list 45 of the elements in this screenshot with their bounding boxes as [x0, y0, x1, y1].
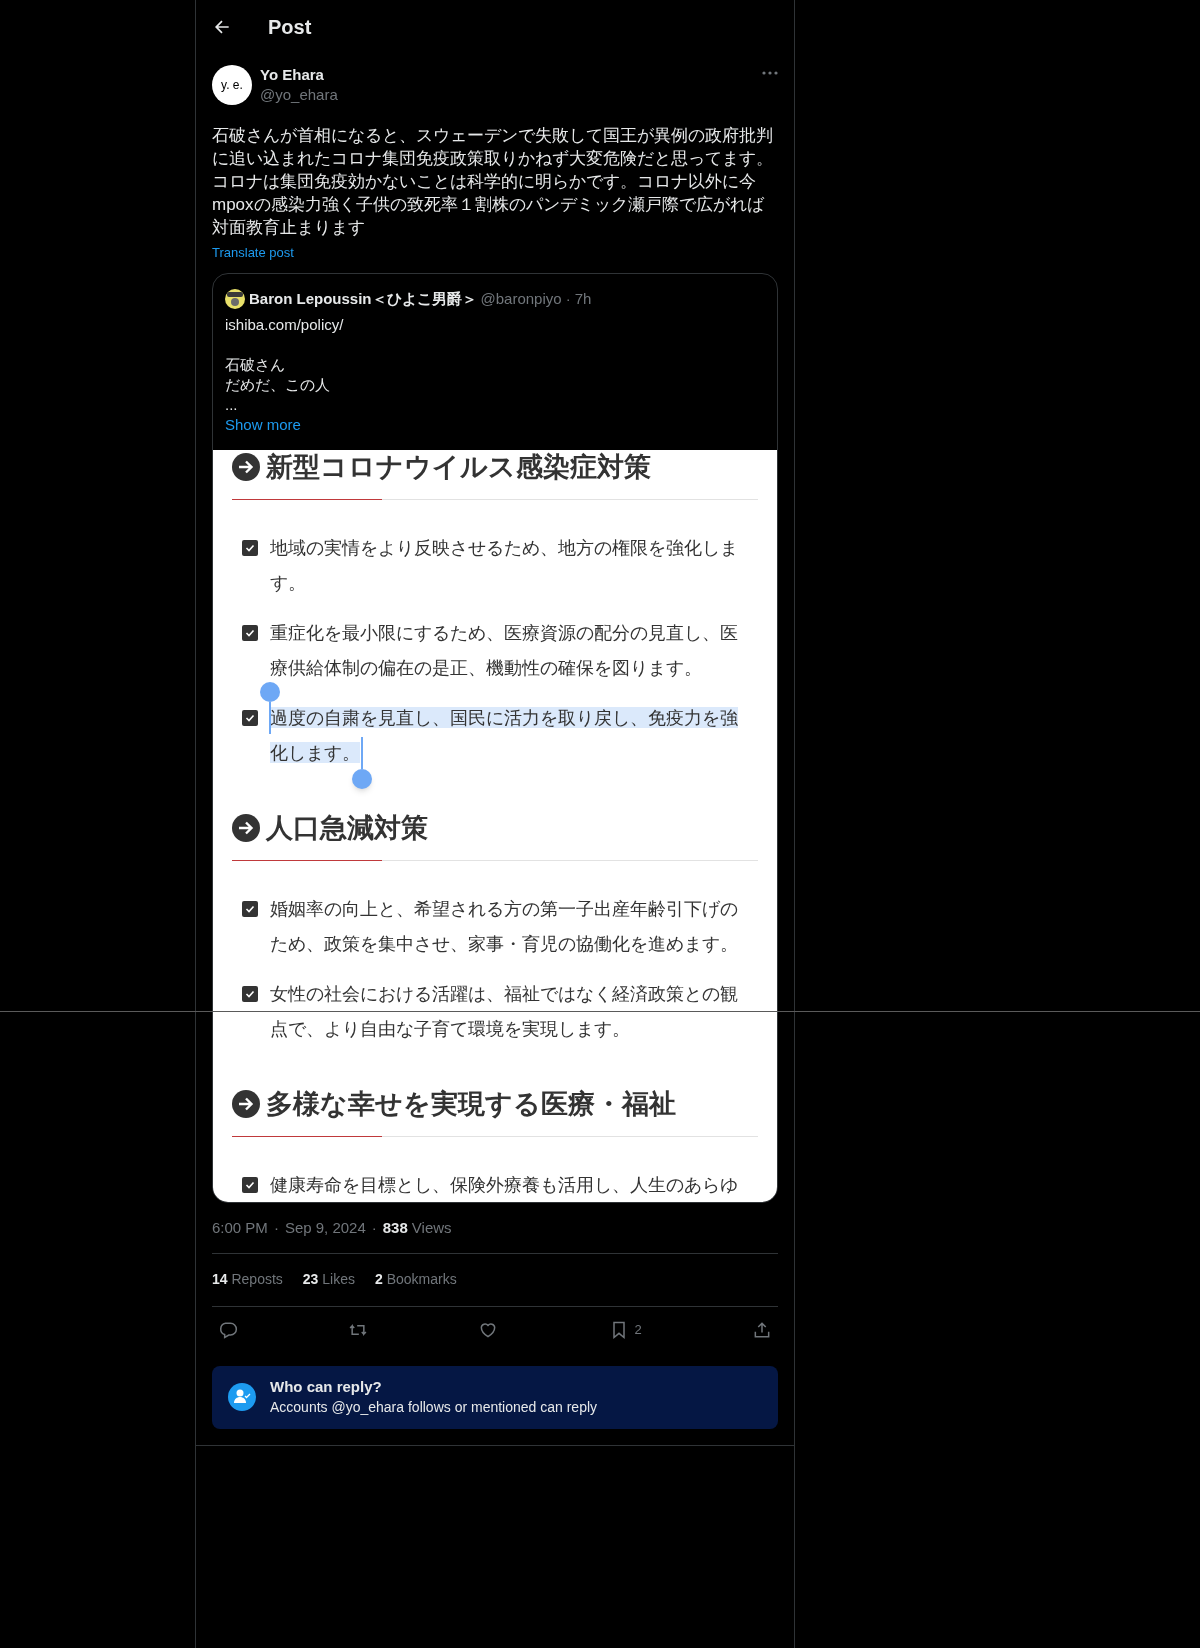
quoted-author-handle: @baronpiyo [480, 288, 562, 309]
quoted-text-line: ishiba.com/policy/ [225, 314, 344, 335]
post-time[interactable]: 6:00 PM [212, 1217, 268, 1238]
translate-link[interactable]: Translate post [212, 243, 294, 263]
more-icon[interactable] [762, 71, 778, 75]
separator: · [371, 1217, 377, 1238]
quoted-text-line: 石破さん [225, 354, 285, 375]
quoted-text-line: だめだ、この人 [225, 374, 330, 395]
bookmark-button[interactable]: 2 [608, 1319, 642, 1341]
section-heading: 多様な幸せを実現する医療・福祉 [266, 1086, 676, 1121]
engagement-stat[interactable]: 23 Likes [302, 1269, 355, 1290]
author-handle[interactable]: @yo_ehara [260, 85, 338, 105]
show-more-link[interactable]: Show more [225, 414, 301, 435]
share-icon [752, 1320, 772, 1340]
selection-handle[interactable] [352, 736, 372, 789]
arrow-circle-icon [232, 452, 260, 481]
separator: · [273, 1217, 279, 1238]
section-heading: 人口急減対策 [266, 810, 428, 845]
engagement-stat[interactable]: 2 Bookmarks [375, 1269, 457, 1290]
policy-item-text: 女性の社会における活躍は、福祉ではなく経済政策との観点で、より自由な子育て環境を実現します。 [270, 981, 739, 1041]
policy-item-text: 健康寿命を目標とし、保険外療養も活用し、人生のあらゆ [270, 1172, 739, 1197]
author-name[interactable]: Yo Ehara [260, 65, 338, 85]
quoted-post[interactable] [212, 272, 778, 1203]
policy-item-text: 地域の実情をより反映させるため、地方の権限を強化します。 [270, 535, 739, 595]
avatar[interactable]: y. e. [212, 65, 252, 105]
engagement-stat[interactable]: 14 Reposts [212, 1269, 283, 1290]
reply-notice-title: Who can reply? [270, 1377, 383, 1397]
post-text: 石破さんが首相になると、スウェーデンで失敗して国王が異例の政府批判に追い込まれたコロナ集団免疫政策取りかねず大変危険だと思ってます。コロナは集団免疫効かないことは科学的に明らかです。コロナ以外に今mpoxの感染力強く子供の致死率１割株のパンデミック瀬戸際で広がれば対面教育止まります [212, 125, 774, 239]
reply-icon [218, 1320, 238, 1340]
policy-item-text: 重症化を最小限にするため、医療資源の配分の見直し、医療供給体制の偏在の是正、機動性の確保を図ります。 [270, 620, 739, 680]
separator: · [565, 288, 571, 309]
views-label: Views [411, 1217, 452, 1238]
avatar-icon[interactable] [225, 288, 245, 309]
quoted-text-line: ... [225, 394, 238, 415]
view-count: 838 [382, 1217, 408, 1238]
post-time: 7h [574, 288, 592, 309]
section-heading: 新型コロナウイルス感染症対策 [266, 449, 651, 484]
page-title: Post [268, 14, 312, 40]
quoted-author-name: Baron Lepoussin＜ひよこ男爵＞ [249, 288, 477, 309]
post-date[interactable]: Sep 9, 2024 [284, 1217, 366, 1238]
person-check-icon [228, 1383, 256, 1411]
arrow-circle-icon [232, 813, 260, 842]
policy-item-text: 婚姻率の向上と、希望される方の第一子出産年齢引下げのため、政策を集中させ、家事・育児の協働化を進めます。 [270, 896, 739, 956]
reply-notice-text: Accounts @yo_ehara follows or mentioned can reply [270, 1398, 598, 1417]
arrow-circle-icon [232, 1089, 260, 1118]
